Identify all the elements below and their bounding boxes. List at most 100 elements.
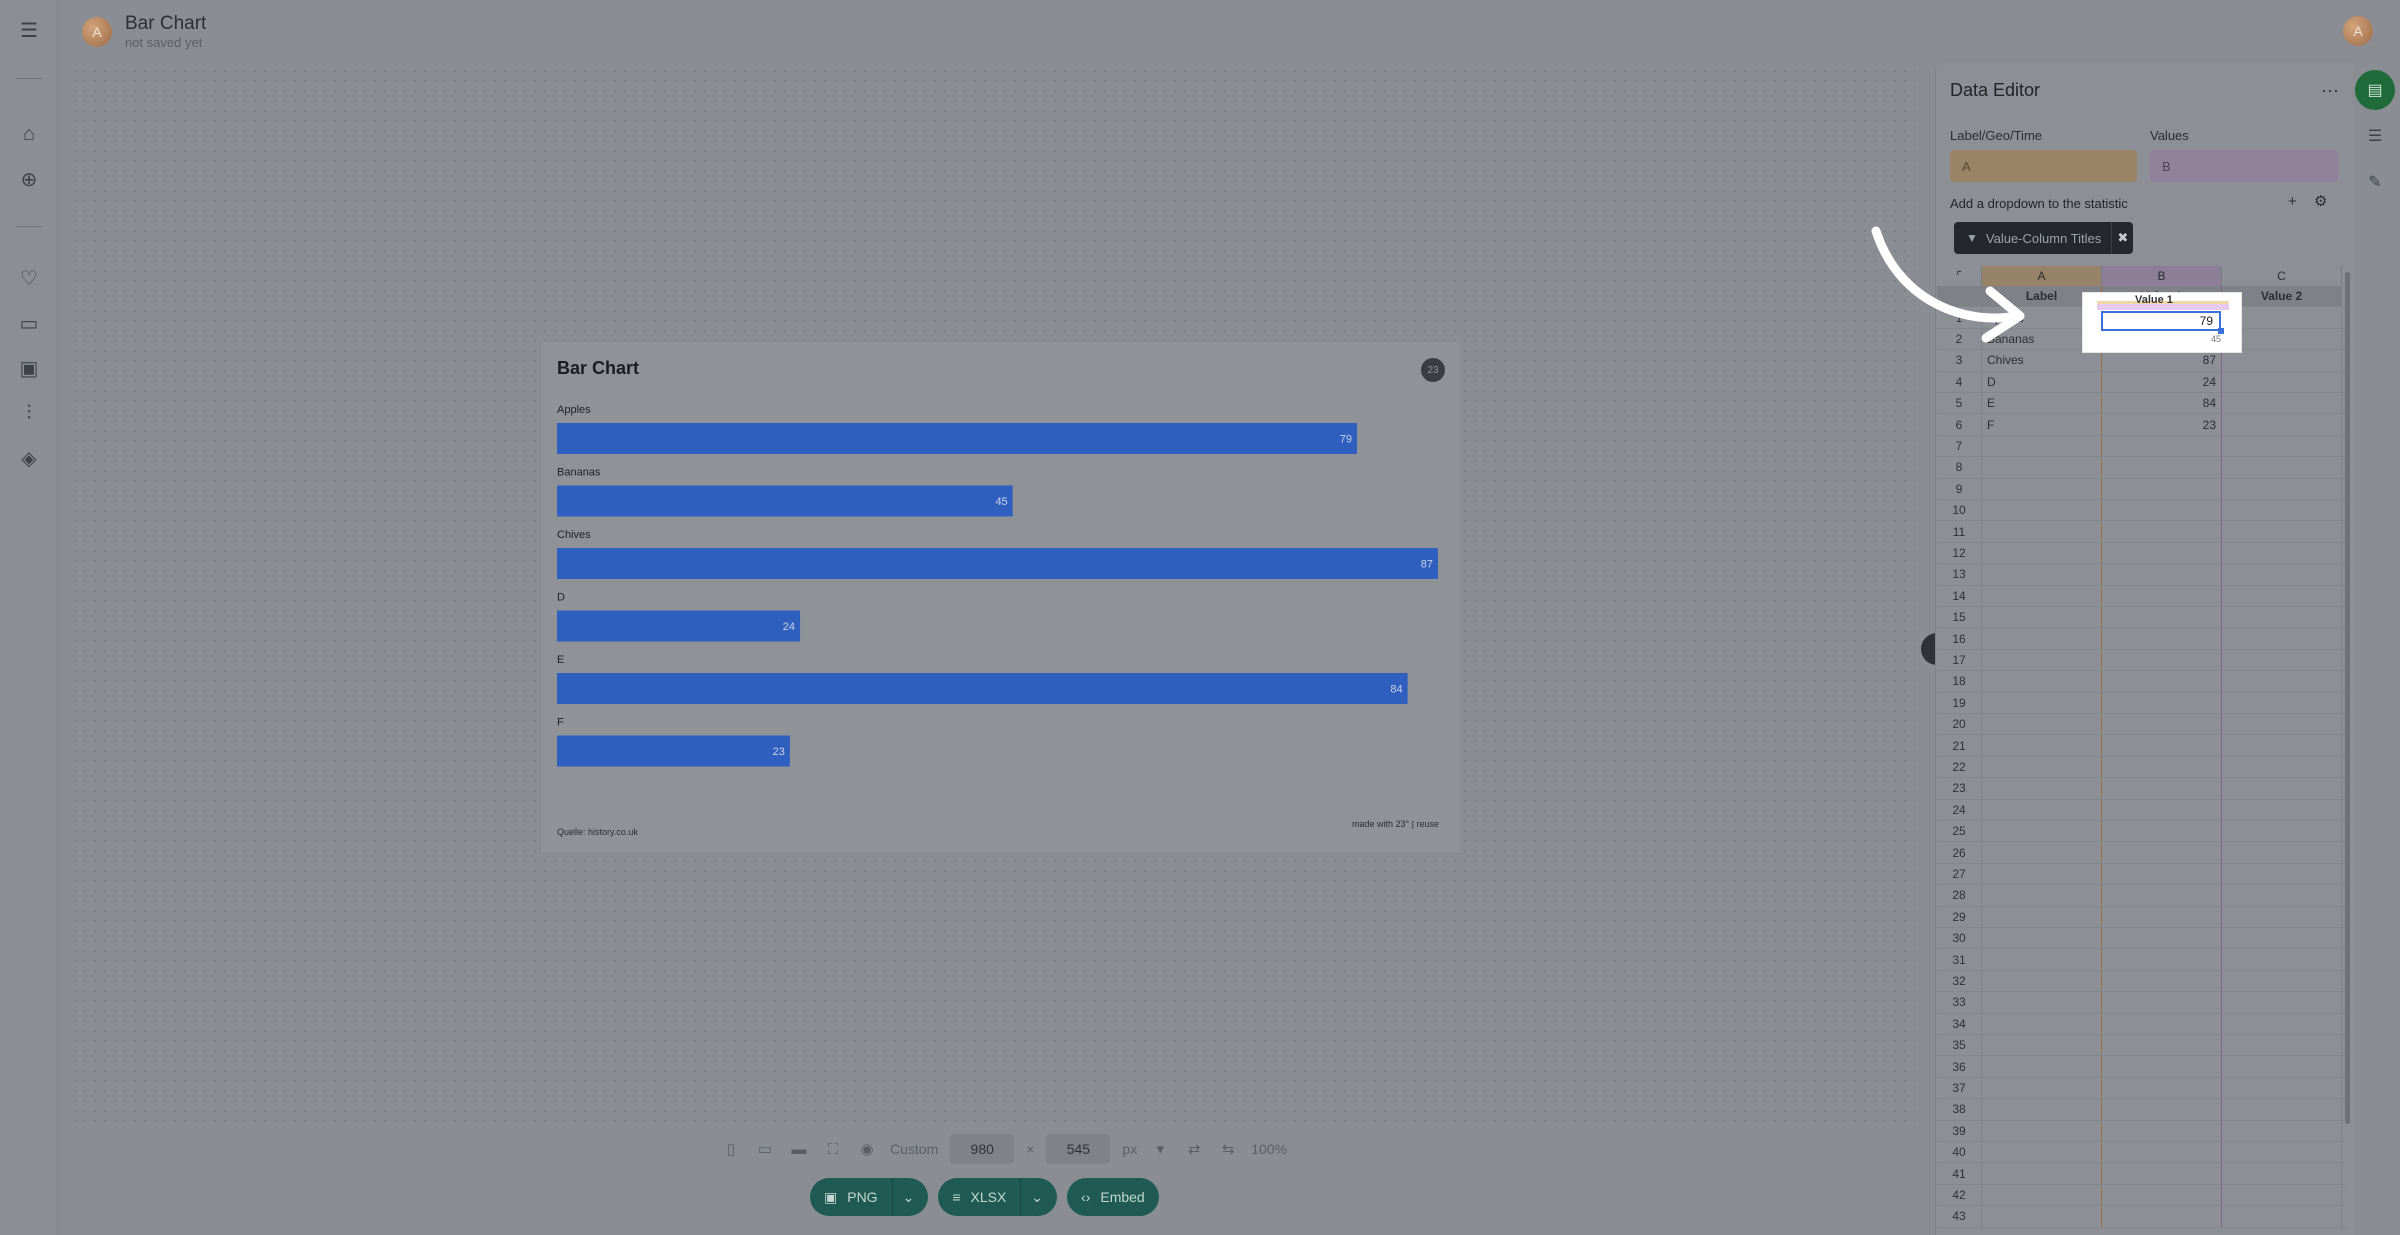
- row-number[interactable]: 42: [1937, 1184, 1982, 1206]
- cell-value-1[interactable]: 84: [2102, 393, 2222, 414]
- cell-value-2[interactable]: [2222, 393, 2342, 414]
- cell-value-2[interactable]: [2222, 906, 2342, 927]
- cell-value-2[interactable]: [2222, 435, 2342, 457]
- cell-label[interactable]: [1982, 671, 2102, 692]
- embed-button[interactable]: ‹› Embed: [1067, 1178, 1159, 1216]
- cell-value-2[interactable]: [2222, 1035, 2342, 1056]
- cell-value-2[interactable]: [2222, 350, 2342, 371]
- cell-value-2[interactable]: [2222, 607, 2342, 628]
- cell-value-2[interactable]: [2222, 992, 2342, 1013]
- cell-label[interactable]: [1982, 1142, 2102, 1163]
- row-number[interactable]: 20: [1937, 714, 1982, 735]
- row-number[interactable]: 38: [1937, 1099, 1982, 1120]
- cell-label[interactable]: [1982, 542, 2102, 564]
- cell-label[interactable]: [1982, 1056, 2102, 1077]
- zoom-level[interactable]: 100%: [1251, 1141, 1287, 1157]
- cell-label[interactable]: [1982, 521, 2102, 542]
- cell-value-2[interactable]: [2222, 371, 2342, 392]
- cell-value-1[interactable]: [2102, 821, 2222, 842]
- cell-value-2[interactable]: [2222, 1099, 2342, 1120]
- cell-label[interactable]: [1982, 992, 2102, 1013]
- row-number[interactable]: 16: [1937, 628, 1982, 649]
- cell-value-2[interactable]: [2222, 500, 2342, 521]
- cell-value-1[interactable]: [2102, 521, 2222, 542]
- cell-value-1[interactable]: [2102, 585, 2222, 606]
- cell-label[interactable]: [1982, 435, 2102, 457]
- cell-value-1[interactable]: [2102, 564, 2222, 585]
- row-number[interactable]: 25: [1937, 821, 1982, 842]
- cell-value-1[interactable]: [2102, 1142, 2222, 1163]
- row-number[interactable]: 7: [1937, 435, 1982, 457]
- cell-value-2[interactable]: [2222, 457, 2342, 478]
- cell-label[interactable]: D: [1982, 371, 2102, 392]
- cell-label[interactable]: [1982, 821, 2102, 842]
- cell-label[interactable]: [1982, 735, 2102, 756]
- bar[interactable]: [557, 735, 790, 767]
- row-number[interactable]: 3: [1937, 350, 1982, 371]
- row-number[interactable]: 41: [1937, 1163, 1982, 1184]
- cell-label[interactable]: [1982, 1184, 2102, 1206]
- sheet-scrollbar[interactable]: [2345, 272, 2350, 1124]
- row-number[interactable]: 29: [1937, 906, 1982, 927]
- cell-value-2[interactable]: [2222, 863, 2342, 885]
- chevron-down-icon[interactable]: ⌄: [903, 1189, 915, 1206]
- row-number[interactable]: 24: [1937, 799, 1982, 820]
- cell-value-1[interactable]: [2102, 842, 2222, 863]
- cell-label[interactable]: [1982, 607, 2102, 628]
- cell-value-1[interactable]: [2102, 863, 2222, 885]
- chart-credit[interactable]: made with 23° | reuse: [1352, 819, 1439, 829]
- cell-value-1[interactable]: [2102, 500, 2222, 521]
- row-number[interactable]: 26: [1937, 842, 1982, 863]
- cell-value-2[interactable]: [2222, 564, 2342, 585]
- column-header-b[interactable]: B: [2102, 266, 2222, 286]
- cell-value-2[interactable]: [2222, 1013, 2342, 1034]
- cell-value-1[interactable]: [2102, 1099, 2222, 1120]
- cell-value-2[interactable]: [2222, 585, 2342, 606]
- row-number[interactable]: 34: [1937, 1013, 1982, 1034]
- cell-label[interactable]: [1982, 863, 2102, 885]
- cell-label[interactable]: Chives: [1982, 350, 2102, 371]
- cell-value-1[interactable]: [2102, 1035, 2222, 1056]
- cell-value-1[interactable]: [2102, 735, 2222, 756]
- add-dropdown-button[interactable]: +: [2288, 193, 2297, 210]
- cell-value-1[interactable]: [2102, 928, 2222, 949]
- row-number[interactable]: 30: [1937, 928, 1982, 949]
- cell-value-2[interactable]: [2222, 542, 2342, 564]
- row-number[interactable]: 33: [1937, 992, 1982, 1013]
- cell-value-1[interactable]: [2102, 799, 2222, 820]
- row-number[interactable]: 27: [1937, 863, 1982, 885]
- cell-value-1[interactable]: [2102, 906, 2222, 927]
- row-number[interactable]: 13: [1937, 564, 1982, 585]
- cell-value-2[interactable]: [2222, 1120, 2342, 1141]
- cell-value-1[interactable]: [2102, 1056, 2222, 1077]
- cell-value-2[interactable]: [2222, 778, 2342, 799]
- cell-label[interactable]: [1982, 649, 2102, 671]
- cell-label[interactable]: [1982, 457, 2102, 478]
- laptop-size-icon[interactable]: ▬: [788, 1138, 810, 1160]
- cell-value-2[interactable]: [2222, 842, 2342, 863]
- more-options-icon[interactable]: ···: [2321, 80, 2339, 101]
- cell-value-2[interactable]: [2222, 1077, 2342, 1099]
- row-number[interactable]: 11: [1937, 521, 1982, 542]
- png-export-button[interactable]: ▣ PNG ⌄: [810, 1178, 929, 1216]
- cell-label[interactable]: [1982, 585, 2102, 606]
- chevron-down-icon[interactable]: ▾: [1149, 1138, 1171, 1160]
- folder-icon[interactable]: ▭: [17, 311, 41, 335]
- cell-label[interactable]: [1982, 628, 2102, 649]
- fullscreen-icon[interactable]: ⛶: [822, 1138, 844, 1160]
- row-number[interactable]: 8: [1937, 457, 1982, 478]
- cell-value-1[interactable]: [2102, 457, 2222, 478]
- row-number[interactable]: 5: [1937, 393, 1982, 414]
- cell-value-2[interactable]: [2222, 1142, 2342, 1163]
- cell-label[interactable]: [1982, 1206, 2102, 1227]
- cell-label[interactable]: [1982, 1035, 2102, 1056]
- chevron-down-icon[interactable]: ⌄: [1031, 1189, 1043, 1206]
- database-icon[interactable]: ☰: [2355, 116, 2395, 156]
- row-number[interactable]: 32: [1937, 970, 1982, 992]
- cell-label[interactable]: [1982, 692, 2102, 713]
- cell-value-1[interactable]: [2102, 1077, 2222, 1099]
- row-number[interactable]: 40: [1937, 1142, 1982, 1163]
- workspace-avatar[interactable]: A: [82, 17, 112, 47]
- row-number[interactable]: 10: [1937, 500, 1982, 521]
- unit-select[interactable]: px: [1122, 1141, 1137, 1157]
